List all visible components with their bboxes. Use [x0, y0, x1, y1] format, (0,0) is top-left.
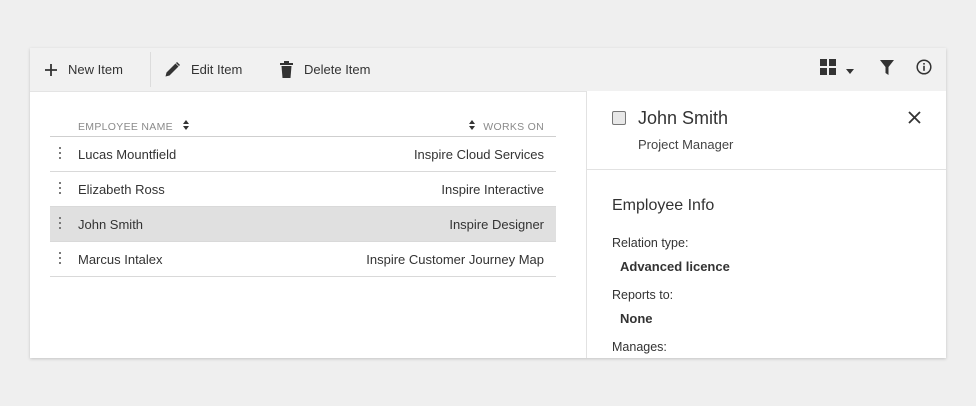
filter-icon — [880, 59, 894, 80]
detail-title: John Smith — [638, 108, 729, 128]
drag-handle-icon[interactable] — [58, 217, 62, 231]
column-header-employee-name[interactable]: EMPLOYEE NAME — [78, 120, 189, 133]
employee-table: EMPLOYEE NAME WORKS ON Lucas Mountfield … — [50, 114, 556, 277]
works-on: Inspire Designer — [449, 217, 544, 232]
reports-to-value: None — [620, 311, 653, 326]
toolbar: New Item Edit Item Delete Item — [30, 48, 946, 92]
drag-handle-icon[interactable] — [58, 252, 62, 266]
view-toggle-button[interactable] — [820, 48, 854, 91]
detail-pane: John Smith Project Manager Employee Info… — [586, 91, 946, 358]
close-button[interactable] — [908, 111, 921, 129]
new-item-button[interactable]: New Item — [44, 48, 123, 91]
employee-name: Marcus Intalex — [78, 252, 163, 267]
caret-down-icon — [846, 61, 854, 79]
table-row-selected[interactable]: John Smith Inspire Designer — [50, 207, 556, 242]
table-header: EMPLOYEE NAME WORKS ON — [50, 114, 556, 137]
works-on: Inspire Customer Journey Map — [366, 252, 544, 267]
employee-name: Lucas Mountfield — [78, 147, 177, 162]
select-checkbox[interactable] — [612, 111, 626, 125]
info-icon — [916, 59, 932, 80]
info-button[interactable] — [916, 48, 932, 91]
table-row[interactable]: Marcus Intalex Inspire Customer Journey … — [50, 242, 556, 277]
sort-icon — [469, 120, 476, 133]
delete-item-label: Delete Item — [304, 62, 371, 77]
relation-type-value: Advanced licence — [620, 259, 730, 274]
drag-handle-icon[interactable] — [58, 147, 62, 161]
section-title: Employee Info — [612, 197, 715, 214]
table-row[interactable]: Lucas Mountfield Inspire Cloud Services — [50, 137, 556, 172]
works-on: Inspire Cloud Services — [413, 147, 544, 162]
new-item-label: New Item — [68, 62, 123, 77]
sort-icon — [182, 120, 189, 133]
manages-label: Manages: — [612, 340, 667, 354]
works-on: Inspire Interactive — [441, 182, 544, 197]
pencil-icon — [164, 61, 181, 78]
table-row[interactable]: Elizabeth Ross Inspire Interactive — [50, 172, 556, 207]
employee-name: John Smith — [78, 217, 144, 232]
detail-subtitle: Project Manager — [638, 137, 734, 152]
employee-panel: New Item Edit Item Delete Item EMPLOYEE … — [30, 48, 946, 358]
trash-icon — [279, 61, 294, 78]
toolbar-divider — [150, 52, 151, 87]
delete-item-button[interactable]: Delete Item — [279, 48, 370, 91]
edit-item-button[interactable]: Edit Item — [164, 48, 242, 91]
drag-handle-icon[interactable] — [58, 182, 62, 196]
edit-item-label: Edit Item — [191, 62, 243, 77]
plus-icon — [44, 63, 58, 77]
close-icon — [908, 111, 921, 128]
grid-icon — [820, 59, 836, 80]
reports-to-label: Reports to: — [612, 288, 674, 302]
column-header-works-on[interactable]: WORKS ON — [469, 120, 544, 133]
employee-name: Elizabeth Ross — [78, 182, 165, 197]
detail-header: John Smith Project Manager — [587, 91, 946, 170]
filter-button[interactable] — [880, 48, 894, 91]
relation-type-label: Relation type: — [612, 236, 689, 250]
